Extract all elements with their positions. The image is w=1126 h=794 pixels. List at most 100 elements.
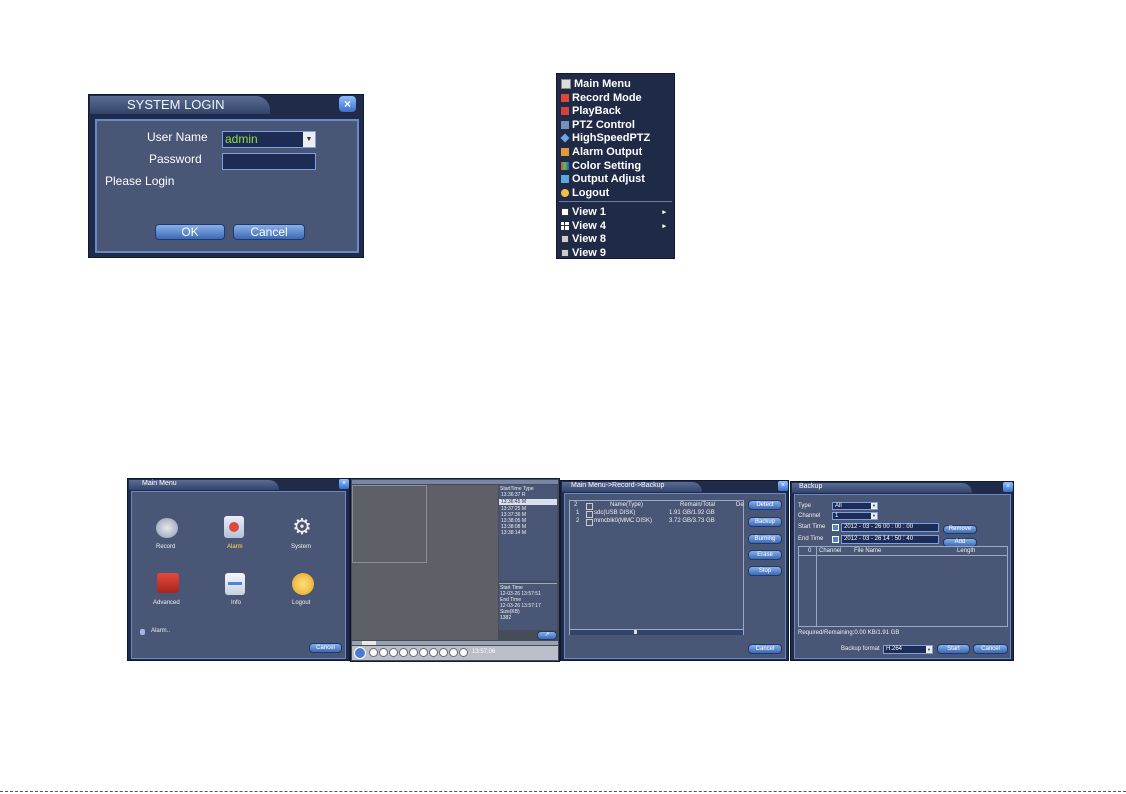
table-header-channel: Channel <box>819 548 842 554</box>
menu-item-playback[interactable]: PlayBack <box>561 104 621 117</box>
chevron-down-icon[interactable]: ▼ <box>303 132 315 147</box>
gear-icon[interactable]: ⚙ <box>291 516 313 538</box>
file-table: 0 Channel File Name Length <box>798 546 1008 627</box>
menu-item-main-menu[interactable]: Main Menu <box>561 77 631 90</box>
chevron-down-icon[interactable]: ▼ <box>926 646 932 653</box>
table-header-count: 2 <box>574 502 578 508</box>
start-button[interactable]: Start <box>937 644 970 654</box>
menu-item-view-8[interactable]: View 8 <box>561 232 606 245</box>
backup-body: 2 Name(Type) Remain/Total De 1 sdc(USB D… <box>564 493 786 659</box>
main-menu-panel: Main Menu × Record Alarm ⚙ System Advanc… <box>127 478 350 661</box>
table-row-size: 3.72 GB/3.73 GB <box>669 518 715 524</box>
advanced-icon[interactable] <box>157 573 179 593</box>
search-button[interactable]: ↗ <box>537 631 557 640</box>
control-button[interactable] <box>399 648 408 657</box>
table-row-num: 1 <box>576 510 580 516</box>
chevron-down-icon[interactable]: ▼ <box>871 513 877 519</box>
record-icon[interactable] <box>156 518 178 538</box>
backup-button[interactable]: Backup <box>748 517 782 527</box>
close-icon[interactable]: × <box>339 96 356 112</box>
control-button[interactable] <box>429 648 438 657</box>
file-info: Start Time 12-03-26 13:57:51 End Time 12… <box>499 583 557 630</box>
cancel-button[interactable]: Cancel <box>233 224 305 240</box>
table-row-name: sdc(USB DISK) <box>594 510 636 516</box>
type-select[interactable]: All ▼ <box>832 502 878 510</box>
backup-format-select[interactable]: H.264 ▼ <box>883 645 933 654</box>
list-item[interactable]: 13:36:37 R <box>501 492 525 498</box>
view-8-icon <box>561 234 569 243</box>
erase-button[interactable]: Erase <box>748 550 782 560</box>
user-name-select[interactable]: admin ▼ <box>222 131 316 148</box>
stop-button[interactable]: Stop <box>748 566 782 576</box>
password-field[interactable] <box>222 153 316 170</box>
menu-item-view-9[interactable]: View 9 <box>561 246 606 259</box>
backup-format-label: Backup format <box>841 646 880 652</box>
menu-item-color-setting[interactable]: Color Setting <box>561 159 641 172</box>
menu-item-output-adjust[interactable]: Output Adjust <box>561 172 645 185</box>
playback-icon <box>561 106 569 115</box>
info-icon[interactable] <box>225 573 245 595</box>
user-name-label: User Name <box>147 130 208 144</box>
checkbox[interactable] <box>586 519 593 526</box>
horizontal-scrollbar[interactable] <box>570 629 743 635</box>
pause-button[interactable] <box>354 647 366 659</box>
file-list[interactable]: StartTime Type 13:36:37 R 13:36:45 M 13:… <box>499 485 557 581</box>
control-button[interactable] <box>449 648 458 657</box>
chevron-down-icon[interactable]: ▼ <box>871 503 877 509</box>
control-button[interactable] <box>389 648 398 657</box>
end-time-field[interactable]: 2012 - 03 - 26 14 : 50 : 40 <box>841 535 939 544</box>
alarm-status-text: Alarm.. <box>151 628 171 634</box>
system-label: System <box>291 544 312 550</box>
view-9-icon <box>561 248 569 257</box>
ok-button[interactable]: OK <box>155 224 225 240</box>
calendar-icon[interactable] <box>832 536 839 543</box>
required-remaining: Required/Remaining:0.00 KB/1.91 GB <box>798 630 900 636</box>
record-label: Record <box>156 544 176 550</box>
menu-item-record-mode[interactable]: Record Mode <box>561 91 642 104</box>
backup-format-value: H.264 <box>886 646 903 652</box>
alarm-icon[interactable] <box>224 516 244 538</box>
menu-item-highspeedptz[interactable]: HighSpeedPTZ <box>560 131 650 144</box>
alarm-label: Alarm <box>227 544 243 550</box>
logout-icon[interactable] <box>292 573 314 595</box>
type-label: Type <box>798 503 812 509</box>
calendar-icon[interactable] <box>832 524 839 531</box>
close-icon[interactable]: × <box>1003 482 1013 492</box>
playback-time: 13:57:06 <box>472 649 496 655</box>
menu-item-view-4[interactable]: View 4 ▸ <box>561 219 672 232</box>
menu-item-label: View 8 <box>572 232 607 245</box>
main-menu-title: Main Menu <box>142 480 177 487</box>
menu-item-alarm-output[interactable]: Alarm Output <box>561 145 642 158</box>
menu-item-view-1[interactable]: View 1 ▸ <box>561 205 672 218</box>
cancel-button[interactable]: Cancel <box>309 643 342 653</box>
checkbox-all[interactable] <box>586 503 593 510</box>
table-header-filename: File Name <box>854 548 882 554</box>
cancel-button[interactable]: Cancel <box>973 644 1008 654</box>
control-button[interactable] <box>419 648 428 657</box>
detect-button[interactable]: Detect <box>748 500 782 510</box>
backup-dialog: Backup × Type All ▼ Channel 1 ▼ Start Time… <box>790 481 1014 661</box>
control-button[interactable] <box>409 648 418 657</box>
list-item[interactable]: 13:38:14 M <box>501 530 526 536</box>
table-header-count: 0 <box>808 548 812 554</box>
cancel-button[interactable]: Cancel <box>748 644 782 654</box>
checkbox[interactable] <box>586 511 593 518</box>
table-row-size: 1.91 GB/1.92 GB <box>669 510 715 516</box>
control-button[interactable] <box>459 648 468 657</box>
remove-button[interactable]: Remove <box>943 525 977 534</box>
menu-item-ptz-control[interactable]: PTZ Control <box>561 118 635 131</box>
close-icon[interactable]: × <box>778 481 788 491</box>
menu-item-label: Alarm Output <box>572 145 643 158</box>
progress-bar[interactable] <box>352 641 558 645</box>
control-button[interactable] <box>379 648 388 657</box>
control-button[interactable] <box>439 648 448 657</box>
table-header-rule <box>799 555 1007 556</box>
list-item-selected[interactable]: 13:36:45 M <box>499 499 557 505</box>
channel-select[interactable]: 1 ▼ <box>832 512 878 520</box>
start-time-field[interactable]: 2012 - 03 - 26 00 : 00 : 00 <box>841 523 939 532</box>
burning-button[interactable]: Burning <box>748 534 782 544</box>
control-button[interactable] <box>369 648 378 657</box>
menu-item-logout[interactable]: Logout <box>561 186 609 199</box>
advanced-label: Advanced <box>153 600 180 606</box>
close-icon[interactable]: × <box>339 479 349 489</box>
